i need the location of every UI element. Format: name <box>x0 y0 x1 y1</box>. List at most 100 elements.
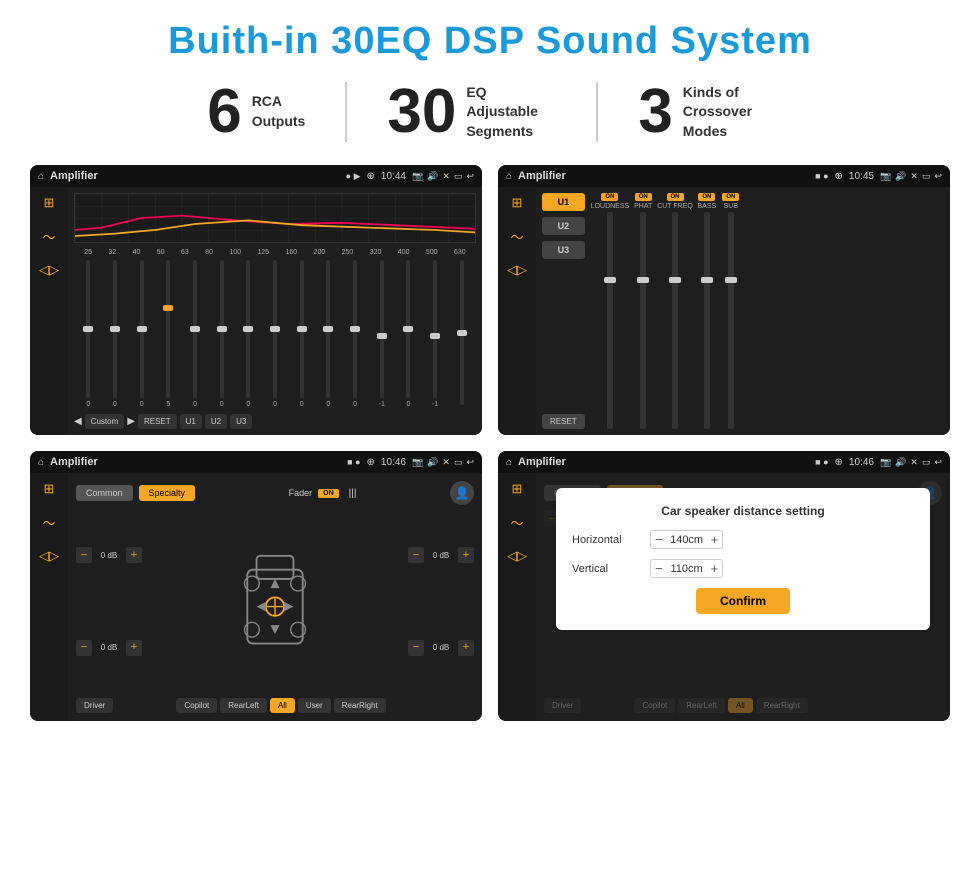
modal-vertical-row: Vertical − 110cm + <box>572 559 914 578</box>
distance-main-area: Common Specialty Fader ON ||| 👤 − 0 dB + <box>536 473 950 721</box>
speaker-controls-right: − 0 dB + − 0 dB + <box>408 511 474 692</box>
eq-next-button[interactable]: ▶ <box>127 416 135 427</box>
fader-user-button[interactable]: User <box>298 698 331 713</box>
crossover-u2-button[interactable]: U2 <box>542 217 585 235</box>
crossover-reset-button[interactable]: RESET <box>542 414 585 429</box>
fader-common-button[interactable]: Common <box>76 485 133 501</box>
db-minus-bottom-right[interactable]: − <box>408 640 424 656</box>
fader-rearleft-button[interactable]: RearLeft <box>220 698 267 713</box>
eq-sidebar-wave-icon[interactable]: 〜 <box>42 227 55 246</box>
db-minus-top-left[interactable]: − <box>76 547 92 563</box>
fader-all-button[interactable]: All <box>270 698 295 713</box>
fader-person-icon[interactable]: 👤 <box>450 481 474 505</box>
sub-label: SUB <box>724 203 738 210</box>
crossover-cutfreq-group: ON CUT FREQ <box>657 193 693 429</box>
modal-vertical-value: 110cm <box>667 563 707 575</box>
distance-body: ⊞ 〜 ◁▷ Common Specialty Fader ON ||| 👤 <box>498 473 950 721</box>
eq-u1-button[interactable]: U1 <box>180 414 202 429</box>
eq-custom-button[interactable]: Custom <box>85 414 125 429</box>
fader-driver-button[interactable]: Driver <box>76 698 113 713</box>
db-minus-bottom-left[interactable]: − <box>76 640 92 656</box>
modal-vertical-plus[interactable]: + <box>711 562 719 575</box>
modal-horizontal-minus[interactable]: − <box>655 533 663 546</box>
crossover-u1-button[interactable]: U1 <box>542 193 585 211</box>
fader-copilot-button[interactable]: Copilot <box>176 698 217 713</box>
eq-body: ⊞ 〜 ◁▷ <box>30 187 482 435</box>
eq-u3-button[interactable]: U3 <box>230 414 252 429</box>
fader-location-icon: ⊕ <box>367 457 375 468</box>
db-minus-top-right[interactable]: − <box>408 547 424 563</box>
distance-screen-card: ⌂ Amplifier ■ ● ⊕ 10:46 📷🔊✕▭↩ ⊞ 〜 ◁▷ <box>498 451 950 721</box>
crossover-screen-card: ⌂ Amplifier ■ ● ⊕ 10:45 📷🔊✕▭↩ ⊞ 〜 ◁▷ <box>498 165 950 435</box>
distance-bg-all-button: All <box>728 698 753 713</box>
fader-status-icons: 📷🔊✕▭↩ <box>412 457 474 468</box>
crossover-status-bar: ⌂ Amplifier ■ ● ⊕ 10:45 📷🔊✕▭↩ <box>498 165 950 187</box>
distance-home-icon[interactable]: ⌂ <box>506 457 512 468</box>
fader-rearright-button[interactable]: RearRight <box>334 698 386 713</box>
fader-specialty-button[interactable]: Specialty <box>139 485 196 501</box>
modal-horizontal-plus[interactable]: + <box>711 533 719 546</box>
bass-label: BASS <box>698 203 717 210</box>
crossover-time: 10:45 <box>849 171 874 182</box>
eq-bottom-bar: ◀ Custom ▶ RESET U1 U2 U3 <box>74 414 476 429</box>
crossover-sidebar-wave-icon[interactable]: 〜 <box>510 227 523 246</box>
eq-prev-button[interactable]: ◀ <box>74 416 82 427</box>
db-value-bottom-left: 0 dB <box>95 643 123 652</box>
stat-eq: 30 EQ Adjustable Segments <box>347 81 596 143</box>
distance-status-icons: 📷🔊✕▭↩ <box>880 457 942 468</box>
crossover-sidebar-vol-icon[interactable]: ◁▷ <box>507 262 527 278</box>
modal-vertical-minus[interactable]: − <box>655 562 663 575</box>
car-diagram <box>150 511 400 692</box>
car-diagram-svg <box>225 542 325 662</box>
eq-slider-1: 0 <box>103 260 128 408</box>
crossover-sidebar-eq-icon[interactable]: ⊞ <box>512 195 523 211</box>
crossover-main-area: U1 U2 U3 RESET ON LOUDNESS <box>536 187 950 435</box>
eq-slider-10: 0 <box>343 260 368 408</box>
eq-sidebar-vol-icon[interactable]: ◁▷ <box>39 262 59 278</box>
eq-app-name: Amplifier <box>50 170 340 182</box>
fader-home-icon[interactable]: ⌂ <box>38 457 44 468</box>
modal-vertical-label: Vertical <box>572 563 642 575</box>
eq-time: 10:44 <box>381 171 406 182</box>
eq-slider-2: 0 <box>129 260 154 408</box>
distance-app-name: Amplifier <box>518 456 809 468</box>
fader-sidebar-wave-icon[interactable]: 〜 <box>42 513 55 532</box>
crossover-sub-group: ON SUB <box>721 193 741 429</box>
modal-confirm-button[interactable]: Confirm <box>696 588 790 614</box>
db-plus-bottom-left[interactable]: + <box>126 640 142 656</box>
eq-screen-card: ⌂ Amplifier ● ▶ ⊕ 10:44 📷🔊✕▭↩ ⊞ 〜 ◁▷ <box>30 165 482 435</box>
eq-reset-button[interactable]: RESET <box>138 414 177 429</box>
eq-sliders: 0 0 0 5 <box>74 260 476 408</box>
crossover-location-icon: ⊕ <box>835 171 843 182</box>
distance-sidebar-eq-icon[interactable]: ⊞ <box>512 481 523 497</box>
fader-sidebar: ⊞ 〜 ◁▷ <box>30 473 68 721</box>
db-plus-bottom-right[interactable]: + <box>458 640 474 656</box>
crossover-channel-sliders: ON LOUDNESS ON PHAT ON <box>591 193 944 429</box>
crossover-home-icon[interactable]: ⌂ <box>506 171 512 182</box>
distance-sidebar: ⊞ 〜 ◁▷ <box>498 473 536 721</box>
fader-sidebar-eq-icon[interactable]: ⊞ <box>44 481 55 497</box>
phat-on-badge: ON <box>635 193 652 201</box>
crossover-u3-button[interactable]: U3 <box>542 241 585 259</box>
modal-horizontal-stepper: − 140cm + <box>650 530 723 549</box>
fader-bottom-bar: Driver Copilot RearLeft All User RearRig… <box>76 698 474 713</box>
eq-slider-14 <box>449 260 474 408</box>
distance-sidebar-vol-icon[interactable]: ◁▷ <box>507 548 527 564</box>
distance-bg-driver-button: Driver <box>544 698 581 713</box>
stat-number-crossover: 3 <box>638 81 672 143</box>
home-icon[interactable]: ⌂ <box>38 171 44 182</box>
eq-graph-svg <box>75 194 475 242</box>
phat-label: PHAT <box>634 203 652 210</box>
db-plus-top-left[interactable]: + <box>126 547 142 563</box>
eq-u2-button[interactable]: U2 <box>205 414 227 429</box>
distance-sidebar-wave-icon[interactable]: 〜 <box>510 513 523 532</box>
fader-sidebar-vol-icon[interactable]: ◁▷ <box>39 548 59 564</box>
eq-freq-labels: 25 32 40 50 63 80 100 125 160 200 250 32… <box>74 249 476 256</box>
db-plus-top-right[interactable]: + <box>458 547 474 563</box>
eq-sidebar-eq-icon[interactable]: ⊞ <box>44 195 55 211</box>
db-row-top-left: − 0 dB + <box>76 547 142 563</box>
eq-sidebar: ⊞ 〜 ◁▷ <box>30 187 68 435</box>
modal-horizontal-label: Horizontal <box>572 534 642 546</box>
crossover-status-icons: 📷🔊✕▭↩ <box>880 171 942 182</box>
eq-slider-0: 0 <box>76 260 101 408</box>
